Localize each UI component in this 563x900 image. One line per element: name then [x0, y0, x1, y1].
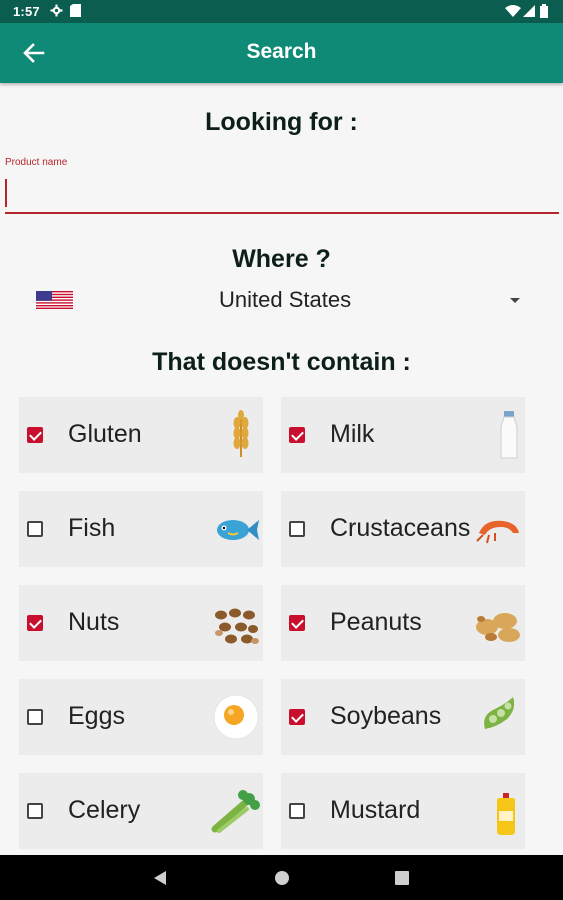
battery-icon	[540, 4, 548, 21]
soybeans-checkbox[interactable]	[289, 709, 305, 725]
celery-checkbox[interactable]	[27, 803, 43, 819]
celery-icon	[211, 785, 261, 837]
allergen-card-peanuts[interactable]: Peanuts	[281, 585, 525, 661]
allergen-label: Crustaceans	[330, 514, 471, 542]
allergen-label: Celery	[68, 796, 141, 824]
nuts-icon	[211, 597, 261, 649]
back-triangle-icon[interactable]	[153, 870, 167, 891]
allergen-card-mustard[interactable]: Mustard	[281, 773, 525, 849]
allergen-card-milk[interactable]: Milk	[281, 397, 525, 473]
allergen-card-gluten[interactable]: Gluten	[19, 397, 263, 473]
peanuts-icon	[473, 597, 523, 649]
nuts-checkbox[interactable]	[27, 615, 43, 631]
gluten-checkbox[interactable]	[27, 427, 43, 443]
allergens-heading: That doesn't contain :	[152, 348, 411, 376]
allergen-label: Fish	[68, 514, 116, 542]
allergen-label: Mustard	[330, 796, 421, 824]
country-name: United States	[219, 287, 352, 312]
country-select[interactable]: United States	[0, 282, 563, 318]
allergen-label: Nuts	[68, 608, 120, 636]
peanuts-checkbox[interactable]	[289, 615, 305, 631]
allergen-label: Soybeans	[330, 702, 442, 730]
product-name-input[interactable]	[5, 175, 559, 214]
status-time: 1:57	[13, 4, 40, 19]
sim-card-icon	[70, 4, 81, 20]
allergen-label: Eggs	[68, 702, 125, 730]
milk-checkbox[interactable]	[289, 427, 305, 443]
egg-icon	[211, 691, 261, 743]
fish-icon	[211, 503, 261, 555]
wheat-icon	[211, 409, 261, 461]
allergen-label: Peanuts	[330, 608, 422, 636]
home-circle-icon[interactable]	[274, 870, 290, 891]
allergen-card-fish[interactable]: Fish	[19, 491, 263, 567]
milk-bottle-icon	[473, 409, 523, 461]
looking-for-heading: Looking for :	[205, 108, 358, 136]
dropdown-arrow-icon[interactable]	[510, 298, 520, 303]
navigation-bar	[0, 855, 563, 900]
allergen-card-soybeans[interactable]: Soybeans	[281, 679, 525, 755]
fish-checkbox[interactable]	[27, 521, 43, 537]
mustard-icon	[473, 785, 523, 837]
page-title: Search	[246, 40, 317, 63]
product-name-label: Product name	[5, 157, 68, 168]
cell-signal-icon	[523, 5, 535, 20]
recents-square-icon[interactable]	[395, 871, 409, 890]
wifi-icon	[505, 5, 521, 20]
where-heading: Where ?	[232, 245, 331, 273]
status-bar: 1:57	[0, 0, 563, 23]
allergen-card-eggs[interactable]: Eggs	[19, 679, 263, 755]
eggs-checkbox[interactable]	[27, 709, 43, 725]
allergen-card-celery[interactable]: Celery	[19, 773, 263, 849]
allergen-card-crustaceans[interactable]: Crustaceans	[281, 491, 525, 567]
shrimp-icon	[473, 503, 523, 555]
us-flag-icon	[36, 291, 73, 309]
gear-icon	[50, 4, 63, 20]
allergen-card-nuts[interactable]: Nuts	[19, 585, 263, 661]
app-bar: Search	[0, 23, 563, 83]
text-cursor	[5, 179, 7, 207]
crustaceans-checkbox[interactable]	[289, 521, 305, 537]
soybean-icon	[473, 691, 523, 743]
allergen-label: Gluten	[68, 420, 142, 448]
mustard-checkbox[interactable]	[289, 803, 305, 819]
allergen-label: Milk	[330, 420, 375, 448]
